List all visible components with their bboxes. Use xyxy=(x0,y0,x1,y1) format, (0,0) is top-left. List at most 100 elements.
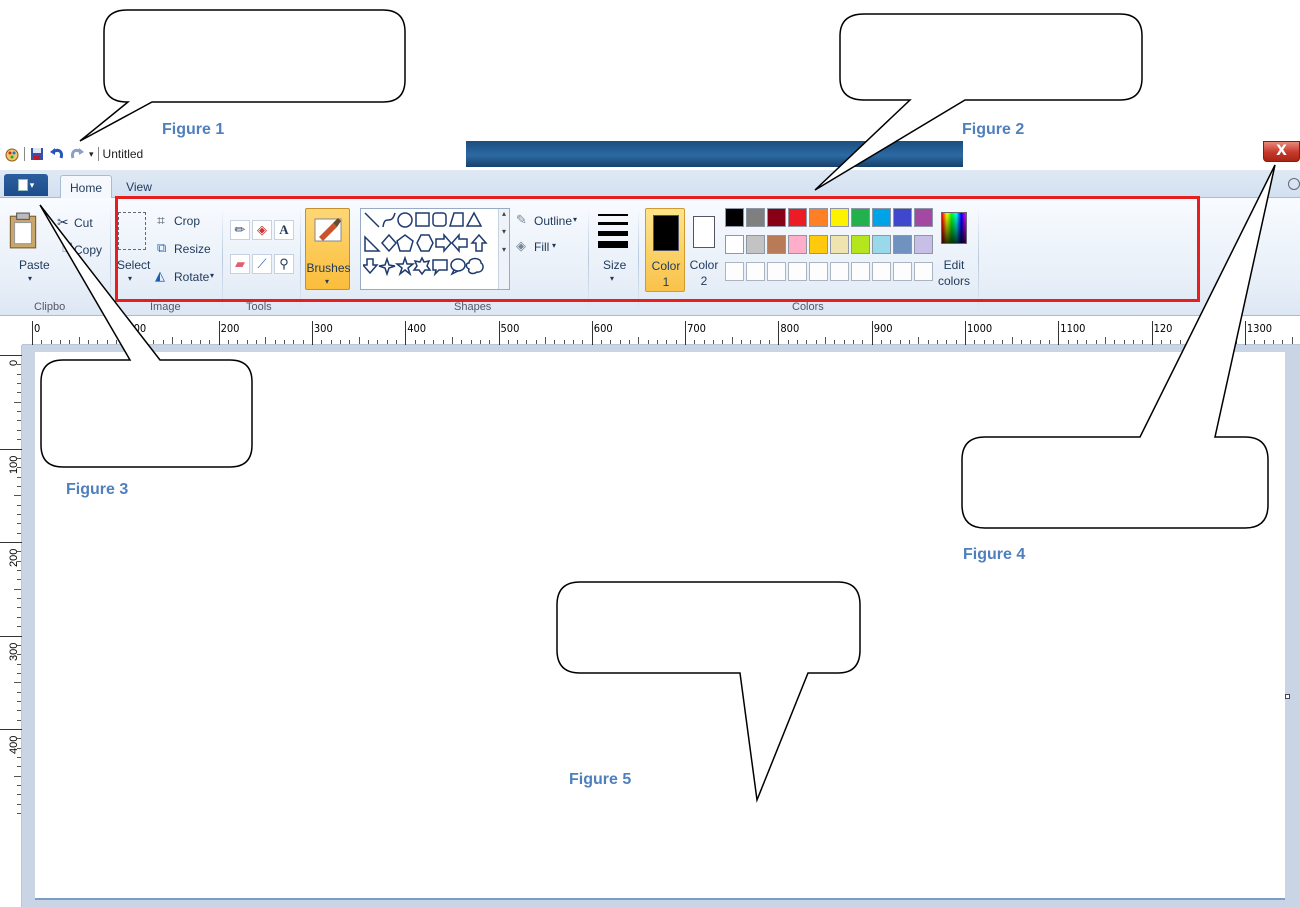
ruler-minor-tick xyxy=(1226,340,1228,344)
undo-icon[interactable] xyxy=(49,146,65,162)
horizontal-ruler: 0 100 200 300 400 500 600 700 800 900 1000 1100 120 1… xyxy=(22,321,1300,345)
ruler-minor-tick xyxy=(153,340,155,344)
ruler-minor-tick xyxy=(17,747,21,749)
ruler-major-tick xyxy=(0,448,22,450)
help-icon[interactable] xyxy=(1288,178,1300,190)
ruler-minor-tick xyxy=(582,340,584,344)
paste-dropdown-icon[interactable]: ▾ xyxy=(28,274,32,283)
ruler-minor-tick xyxy=(797,340,799,344)
ruler-minor-tick xyxy=(199,340,201,344)
copy-icon[interactable]: ❐ xyxy=(62,241,73,255)
ruler-label: 100 xyxy=(127,322,147,335)
ruler-minor-tick xyxy=(601,340,603,344)
ruler-minor-tick xyxy=(1030,340,1032,344)
ruler-minor-tick xyxy=(890,340,892,344)
ruler-major-tick xyxy=(125,321,127,345)
ruler-minor-tick xyxy=(17,700,21,702)
callout-bubble-1 xyxy=(79,9,406,142)
save-icon[interactable] xyxy=(29,146,45,162)
ruler-minor-tick xyxy=(741,340,743,344)
close-button[interactable]: X xyxy=(1263,141,1300,162)
ruler-minor-tick xyxy=(283,340,285,344)
ruler-minor-tick xyxy=(17,813,21,815)
ruler-minor-tick xyxy=(1095,340,1097,344)
drawing-canvas[interactable] xyxy=(35,352,1285,900)
ruler-minor-tick xyxy=(1002,340,1004,344)
ruler-minor-tick xyxy=(442,340,444,344)
ruler-minor-tick xyxy=(227,340,229,344)
ruler-minor-tick xyxy=(17,607,21,609)
ruler-major-tick xyxy=(405,321,407,345)
ruler-label: 0 xyxy=(34,322,41,335)
ruler-minor-tick xyxy=(17,598,21,600)
document-icon xyxy=(17,179,28,191)
cut-icon[interactable]: ✂ xyxy=(57,214,69,231)
ruler-label: 900 xyxy=(873,322,893,335)
ruler-minor-tick xyxy=(554,340,556,344)
ruler-minor-tick xyxy=(955,340,957,344)
ruler-minor-tick xyxy=(927,340,929,344)
ruler-major-tick xyxy=(965,321,966,345)
ruler-minor-tick xyxy=(1198,337,1200,344)
ruler-label: 1000 xyxy=(967,322,993,335)
ruler-minor-tick xyxy=(17,392,21,394)
ruler-minor-tick xyxy=(1011,337,1013,344)
ruler-minor-tick xyxy=(17,485,21,487)
ruler-minor-tick xyxy=(17,654,21,656)
ruler-minor-tick xyxy=(17,420,21,422)
ruler-minor-tick xyxy=(1086,340,1088,344)
ruler-minor-tick xyxy=(17,757,21,759)
tab-home[interactable]: Home xyxy=(60,175,112,199)
cut-label[interactable]: Cut xyxy=(74,216,93,230)
ruler-minor-tick xyxy=(750,340,752,344)
ruler-minor-tick xyxy=(666,340,668,344)
paint-app-icon[interactable] xyxy=(4,146,20,162)
ruler-minor-tick xyxy=(806,340,808,344)
ruler-minor-tick xyxy=(535,340,537,344)
ruler-minor-tick xyxy=(526,340,528,344)
ruler-minor-tick xyxy=(834,340,836,344)
ruler-minor-tick xyxy=(1254,340,1256,344)
paint-menu-button[interactable]: ▾ xyxy=(4,174,48,196)
paste-label[interactable]: Paste xyxy=(19,258,50,272)
ruler-minor-tick xyxy=(1123,340,1125,344)
ruler-major-tick xyxy=(0,542,22,543)
ruler-label: 400 xyxy=(407,322,427,335)
ruler-minor-tick xyxy=(787,340,789,344)
ruler-label: 200 xyxy=(220,322,240,335)
title-bar-banner xyxy=(466,141,963,167)
paste-icon[interactable] xyxy=(8,212,38,250)
customize-qat-icon[interactable]: ▾ xyxy=(89,149,94,160)
ruler-minor-tick xyxy=(1235,340,1237,344)
ruler-major-tick xyxy=(0,635,22,637)
ruler-minor-tick xyxy=(647,340,649,344)
ruler-label: 1100 xyxy=(1060,322,1086,335)
ruler-minor-tick xyxy=(517,340,519,344)
ruler-minor-tick xyxy=(507,340,509,344)
ruler-minor-tick xyxy=(17,383,21,385)
ruler-major-tick xyxy=(1244,321,1246,345)
ruler-minor-tick xyxy=(17,663,21,665)
ruler-minor-tick xyxy=(50,340,52,344)
copy-label[interactable]: Copy xyxy=(74,243,102,257)
ruler-minor-tick xyxy=(451,337,453,344)
ruler-minor-tick xyxy=(881,340,883,344)
ruler-minor-tick xyxy=(1207,340,1209,344)
ruler-minor-tick xyxy=(17,476,21,478)
ruler-minor-tick xyxy=(1039,340,1041,344)
ruler-minor-tick xyxy=(629,340,631,344)
ruler-minor-tick xyxy=(349,340,351,344)
ruler-minor-tick xyxy=(414,340,416,344)
ruler-minor-tick xyxy=(190,340,192,344)
ruler-minor-tick xyxy=(853,340,855,344)
ruler-minor-tick xyxy=(937,340,938,344)
figure-4-caption: Figure 4 xyxy=(963,546,1026,563)
ruler-minor-tick xyxy=(17,672,21,674)
redo-icon[interactable] xyxy=(69,146,85,162)
ruler-major-tick xyxy=(498,321,500,345)
ruler-minor-tick xyxy=(479,340,481,344)
canvas-resize-handle[interactable] xyxy=(1285,694,1290,699)
ruler-minor-tick xyxy=(17,523,21,525)
ruler-minor-tick xyxy=(41,340,43,344)
ruler-minor-tick xyxy=(339,340,341,344)
